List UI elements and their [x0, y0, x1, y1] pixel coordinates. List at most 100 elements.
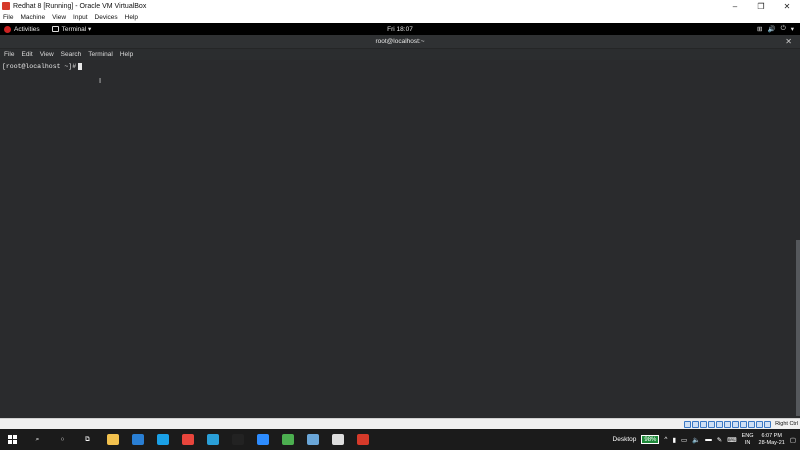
virtualbox-window-icon — [2, 2, 10, 10]
terminal-body[interactable]: [root@localhost ~]# — [0, 60, 800, 418]
taskbar-app-button[interactable] — [150, 429, 175, 450]
search-icon: ⌕ — [35, 435, 40, 443]
vbox-menu-input[interactable]: Input — [73, 14, 87, 21]
taskbar-app-button[interactable] — [200, 429, 225, 450]
vbox-menu-view[interactable]: View — [52, 14, 66, 21]
vbox-titlebar: Redhat 8 [Running] - Oracle VM VirtualBo… — [0, 0, 800, 12]
windows-taskbar: ⌕ ○ ⧉ Desktop 98% ^ ▮ ▭ 🔈 ▬ ✎ ⌨ ENG IN 6… — [0, 429, 800, 450]
hdd-status-icon[interactable] — [684, 420, 692, 428]
taskbar-app-button[interactable] — [275, 429, 300, 450]
speaker-icon[interactable]: 🔈 — [692, 436, 700, 444]
task-view-button[interactable]: ⧉ — [75, 429, 100, 450]
terminal-scrollbar[interactable] — [796, 240, 800, 416]
gnome-top-bar: Activities Terminal ▾ Fri 18:07 ⊞ 🔊 ⏻ ▾ — [0, 23, 800, 35]
vbox-status-bar: Right Ctrl — [0, 418, 800, 429]
app-menu-label: Terminal ▾ — [61, 26, 92, 33]
taskbar-app-button[interactable] — [300, 429, 325, 450]
date-label: 28-May-21 — [758, 439, 785, 446]
display-status-icon[interactable] — [732, 420, 740, 428]
activities-button[interactable]: Activities — [0, 25, 40, 33]
optical-drive-icon[interactable] — [692, 420, 700, 428]
zoom-icon — [256, 434, 269, 445]
minimize-button[interactable]: – — [722, 0, 748, 12]
clock[interactable]: Fri 18:07 — [387, 26, 413, 33]
notifications-icon[interactable]: ▢ — [790, 436, 796, 444]
green-app-icon — [281, 434, 294, 445]
ibeam-cursor-icon: I — [99, 77, 102, 85]
microphone-icon[interactable]: ▮ — [672, 436, 676, 444]
cortana-button[interactable]: ○ — [50, 429, 75, 450]
cortana-icon: ○ — [60, 436, 65, 443]
shared-folder-icon[interactable] — [724, 420, 732, 428]
terminal-icon — [51, 26, 59, 32]
power-icon: ⏻ — [780, 25, 786, 32]
network-icon: ⊞ — [757, 26, 763, 33]
taskbar-app-button[interactable] — [225, 429, 250, 450]
close-button[interactable]: ✕ — [774, 0, 800, 12]
windows-tray: Desktop 98% ^ ▮ ▭ 🔈 ▬ ✎ ⌨ ENG IN 6:07 PM… — [613, 433, 800, 447]
app-menu-terminal[interactable]: Terminal ▾ — [51, 25, 92, 33]
redhat-vm-icon — [356, 434, 369, 445]
cpu-status-icon[interactable] — [748, 420, 756, 428]
virtualbox-icon — [306, 434, 319, 445]
prompt-line[interactable]: [root@localhost ~]# — [2, 62, 798, 71]
time-label: 6:07 PM — [761, 432, 782, 439]
volume-icon: 🔊 — [767, 26, 776, 33]
language-top: ENG — [741, 432, 754, 439]
battery-indicator[interactable]: 98% — [641, 435, 660, 444]
desktop-toolbar[interactable]: Desktop — [613, 436, 637, 443]
chevron-up-icon[interactable]: ^ — [664, 436, 667, 443]
keyboard-capture-icon[interactable] — [764, 420, 772, 428]
start-button[interactable] — [0, 429, 25, 450]
shell-prompt: [root@localhost ~]# — [2, 63, 77, 70]
activities-label: Activities — [14, 25, 40, 33]
keyboard-icon[interactable]: ⌨ — [727, 436, 736, 444]
taskbar-app-button[interactable] — [350, 429, 375, 450]
term-menu-file[interactable]: File — [4, 51, 14, 58]
terminal-menubar: File Edit View Search Terminal Help — [0, 49, 800, 60]
edge-icon — [206, 434, 219, 445]
restore-button[interactable]: ❐ — [748, 0, 774, 12]
vbox-menu-file[interactable]: File — [3, 14, 13, 21]
recording-icon[interactable] — [740, 420, 748, 428]
taskbar-app-button[interactable] — [100, 429, 125, 450]
windows-logo-icon — [8, 435, 17, 444]
file-explorer-icon — [106, 434, 119, 445]
window-title: Redhat 8 [Running] - Oracle VM VirtualBo… — [13, 2, 147, 10]
term-menu-search[interactable]: Search — [61, 51, 82, 58]
terminal-close-button[interactable]: ✕ — [785, 37, 792, 46]
vbox-menubar: File Machine View Input Devices Help — [0, 12, 800, 23]
network-status-icon[interactable] — [708, 420, 716, 428]
term-menu-help[interactable]: Help — [120, 51, 133, 58]
chevron-down-icon: ▾ — [790, 26, 794, 33]
pen-icon[interactable]: ✎ — [717, 436, 722, 444]
system-tray[interactable]: ⊞ 🔊 ⏻ ▾ — [757, 25, 800, 33]
vbox-menu-machine[interactable]: Machine — [20, 14, 45, 21]
cmd-icon — [231, 434, 244, 445]
vbox-menu-help[interactable]: Help — [125, 14, 138, 21]
audio-status-icon[interactable] — [700, 420, 708, 428]
term-menu-edit[interactable]: Edit — [21, 51, 32, 58]
language-bottom: IN — [744, 439, 751, 446]
text-cursor — [78, 63, 83, 70]
task-view-icon: ⧉ — [85, 435, 90, 443]
taskbar-app-button[interactable] — [250, 429, 275, 450]
mouse-integration-icon[interactable] — [756, 420, 764, 428]
photos-icon — [331, 434, 344, 445]
monitor-icon[interactable]: ▭ — [681, 436, 687, 444]
host-key-label: Right Ctrl — [775, 421, 798, 427]
battery-icon[interactable]: ▬ — [705, 436, 712, 443]
taskbar-app-button[interactable] — [175, 429, 200, 450]
usb-status-icon[interactable] — [716, 420, 724, 428]
taskbar-app-button[interactable] — [325, 429, 350, 450]
taskbar-app-button[interactable] — [125, 429, 150, 450]
terminal-title: root@localhost:~ — [375, 38, 425, 45]
term-menu-terminal[interactable]: Terminal — [88, 51, 113, 58]
term-menu-view[interactable]: View — [40, 51, 54, 58]
search-button[interactable]: ⌕ — [25, 429, 50, 450]
vbox-menu-devices[interactable]: Devices — [95, 14, 118, 21]
language-indicator[interactable]: ENG IN — [742, 433, 754, 447]
redhat-icon — [4, 25, 11, 33]
datetime[interactable]: 6:07 PM 28-May-21 — [759, 433, 785, 447]
mail-icon — [131, 434, 144, 445]
